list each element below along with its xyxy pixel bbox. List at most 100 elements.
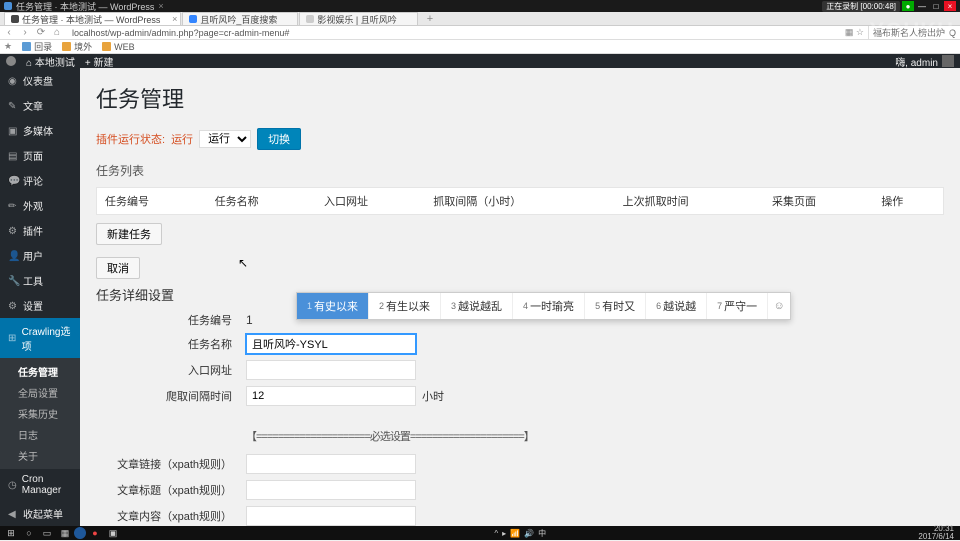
- col-lasttime: 上次抓取时间: [615, 188, 764, 215]
- col-interval: 抓取间隔（小时）: [425, 188, 614, 215]
- sidebar-item-settings[interactable]: ⚙设置: [0, 293, 80, 318]
- app-icon: [4, 2, 12, 10]
- label-task-name: 任务名称: [96, 336, 246, 352]
- wordpress-logo-icon[interactable]: [6, 56, 16, 66]
- home-button[interactable]: ⌂: [52, 27, 62, 38]
- ime-candidate[interactable]: 3越说越乱: [441, 293, 513, 319]
- cancel-button[interactable]: 取消: [96, 257, 140, 279]
- ime-candidate[interactable]: 1有史以来: [297, 293, 369, 319]
- tray-volume-icon[interactable]: 🔊: [524, 529, 534, 538]
- reload-button[interactable]: ⟳: [36, 27, 46, 38]
- taskbar-app-icon[interactable]: ▣: [104, 527, 122, 539]
- close-button[interactable]: ×: [944, 1, 956, 11]
- sidebar-item-tools[interactable]: 🔧工具: [0, 268, 80, 293]
- sidebar-item-cron[interactable]: ◷Cron Manager: [0, 469, 80, 501]
- ime-candidate[interactable]: 2有生以来: [369, 293, 441, 319]
- taskbar-clock[interactable]: 20:312017/6/14: [918, 525, 958, 541]
- status-label: 插件运行状态:: [96, 131, 165, 147]
- col-actions: 操作: [873, 188, 943, 215]
- tray-up-icon[interactable]: ^: [494, 529, 498, 538]
- taskbar-app[interactable]: ▦: [56, 527, 74, 539]
- close-icon[interactable]: ×: [172, 14, 177, 24]
- status-select[interactable]: 运行: [199, 130, 251, 148]
- back-button[interactable]: ‹: [4, 27, 14, 38]
- submenu-task-manage[interactable]: 任务管理: [0, 361, 80, 382]
- interval-input[interactable]: [246, 386, 416, 406]
- sidebar-item-media[interactable]: ▣多媒体: [0, 118, 80, 143]
- window-title: 任务管理 · 本地测试 — WordPress: [16, 0, 154, 13]
- label-interval: 爬取间隔时间: [96, 388, 246, 404]
- browser-url-bar: ‹ › ⟳ ⌂ localhost/wp-admin/admin.php?pag…: [0, 26, 960, 40]
- tab-wordpress[interactable]: 任务管理 · 本地测试 — WordPress×: [4, 12, 181, 25]
- sidebar-item-crawling[interactable]: ⊞Crawling选项: [0, 318, 80, 358]
- new-task-button[interactable]: 新建任务: [96, 223, 162, 245]
- ime-candidate-bar[interactable]: 1有史以来 2有生以来 3越说越乱 4一时瑜亮 5有时又 6越说越 7严守一 ☺: [296, 292, 791, 320]
- submenu-about[interactable]: 关于: [0, 445, 80, 466]
- forward-button[interactable]: ›: [20, 27, 30, 38]
- user-greeting[interactable]: 嗨, admin: [895, 54, 938, 69]
- col-url: 入口网址: [316, 188, 425, 215]
- recording-badge: 正在录制 [00:00:48]: [822, 1, 900, 12]
- admin-sidebar: ◉仪表盘 ✎文章 ▣多媒体 ▤页面 💬评论 ✏外观 ⚙插件 👤用户 🔧工具 ⚙设…: [0, 68, 80, 526]
- content-xpath-input[interactable]: [246, 506, 416, 526]
- ime-candidate[interactable]: 6越说越: [646, 293, 707, 319]
- task-list-heading: 任务列表: [96, 162, 944, 179]
- ime-candidate[interactable]: 7严守一: [707, 293, 768, 319]
- task-name-input[interactable]: [246, 334, 416, 354]
- bookmark-bar: ★ 回录 境外 WEB: [0, 40, 960, 54]
- ime-candidate[interactable]: 4一时瑜亮: [513, 293, 585, 319]
- ime-emoji-button[interactable]: ☺: [768, 293, 790, 319]
- tray-network-icon[interactable]: 📶: [510, 529, 520, 538]
- site-link[interactable]: ⌂ 本地测试: [26, 54, 75, 69]
- sidebar-collapse[interactable]: ◀收起菜单: [0, 501, 80, 526]
- interval-unit: 小时: [422, 388, 444, 404]
- task-id-value: 1: [246, 313, 253, 327]
- new-content-button[interactable]: + 新建: [85, 54, 114, 69]
- col-name: 任务名称: [207, 188, 316, 215]
- minimize-button[interactable]: —: [916, 1, 928, 11]
- taskbar-browser-icon[interactable]: [74, 527, 86, 539]
- bookmark-item[interactable]: 回录: [22, 40, 52, 53]
- sidebar-item-pages[interactable]: ▤页面: [0, 143, 80, 168]
- task-table: 任务编号 任务名称 入口网址 抓取间隔（小时） 上次抓取时间 采集页面 操作: [96, 187, 944, 215]
- window-titlebar: 任务管理 · 本地测试 — WordPress × 正在录制 [00:00:48…: [0, 0, 960, 12]
- taskbar-taskview-icon[interactable]: ▭: [38, 527, 56, 539]
- title-xpath-input[interactable]: [246, 480, 416, 500]
- required-divider: 【=====================必选设置==============…: [96, 428, 944, 444]
- entry-url-input[interactable]: [246, 360, 416, 380]
- sidebar-item-posts[interactable]: ✎文章: [0, 93, 80, 118]
- taskbar-search-icon[interactable]: ○: [20, 527, 38, 539]
- bookmark-folder[interactable]: 境外: [62, 40, 92, 53]
- sidebar-item-plugins[interactable]: ⚙插件: [0, 218, 80, 243]
- submenu-global-settings[interactable]: 全局设置: [0, 382, 80, 403]
- url-input[interactable]: localhost/wp-admin/admin.php?page=cr-adm…: [68, 28, 839, 38]
- col-id: 任务编号: [97, 188, 207, 215]
- tab-baidu[interactable]: 且听风吟_百度搜索: [182, 12, 298, 25]
- tray-ime-icon[interactable]: 中: [538, 528, 546, 539]
- search-suggest[interactable]: 福布斯名人榜出炉: [868, 26, 945, 39]
- taskbar-app-icon[interactable]: ●: [86, 527, 104, 539]
- submenu-history[interactable]: 采集历史: [0, 403, 80, 424]
- new-tab-button[interactable]: +: [419, 13, 441, 25]
- page-title: 任务管理: [96, 82, 944, 114]
- tray-icon[interactable]: ▸: [502, 529, 506, 538]
- link-xpath-input[interactable]: [246, 454, 416, 474]
- submenu-log[interactable]: 日志: [0, 424, 80, 445]
- sidebar-item-users[interactable]: 👤用户: [0, 243, 80, 268]
- bookmark-folder[interactable]: WEB: [102, 42, 135, 52]
- label-title-xpath: 文章标题（xpath规则）: [96, 482, 246, 498]
- label-entry-url: 入口网址: [96, 362, 246, 378]
- label-link-xpath: 文章链接（xpath规则）: [96, 456, 246, 472]
- toggle-button[interactable]: 切换: [257, 128, 301, 150]
- label-content-xpath: 文章内容（xpath规则）: [96, 508, 246, 524]
- maximize-button[interactable]: □: [930, 1, 942, 11]
- sidebar-item-appearance[interactable]: ✏外观: [0, 193, 80, 218]
- avatar[interactable]: [942, 55, 954, 67]
- start-button[interactable]: ⊞: [2, 527, 20, 539]
- col-pages: 采集页面: [764, 188, 873, 215]
- ime-candidate[interactable]: 5有时又: [585, 293, 646, 319]
- sidebar-item-comments[interactable]: 💬评论: [0, 168, 80, 193]
- tab-movie[interactable]: 影视娱乐 | 且听风吟: [299, 12, 417, 25]
- record-indicator: ●: [902, 1, 914, 11]
- sidebar-item-dashboard[interactable]: ◉仪表盘: [0, 68, 80, 93]
